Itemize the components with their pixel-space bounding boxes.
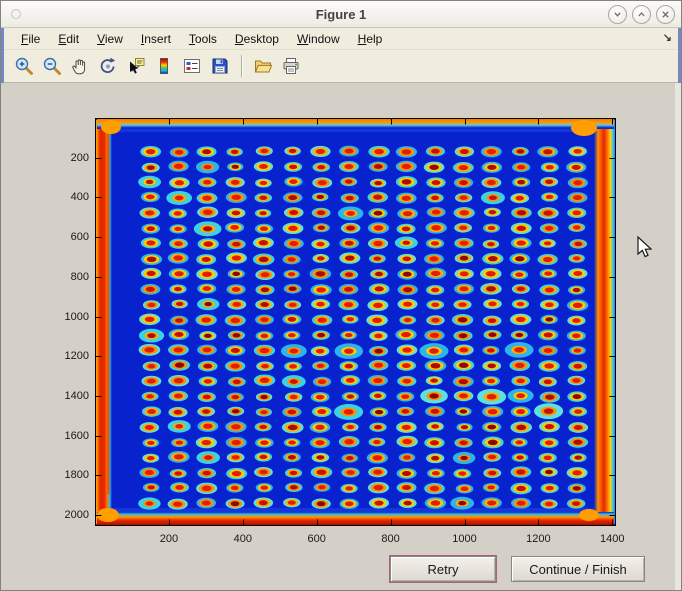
menu-window[interactable]: Window xyxy=(288,30,349,48)
menu-tools[interactable]: Tools xyxy=(180,30,226,48)
print-figure-button[interactable] xyxy=(279,54,303,78)
print-figure-icon xyxy=(281,56,301,76)
rotate-3d-button[interactable] xyxy=(96,54,120,78)
y-tick-label: 1000 xyxy=(37,310,89,324)
y-tick-label: 1400 xyxy=(37,389,89,403)
x-tick-label: 800 xyxy=(381,532,399,546)
mouse-cursor-icon xyxy=(634,235,654,261)
menu-view[interactable]: View xyxy=(88,30,132,48)
insert-colorbar-icon xyxy=(154,56,174,76)
y-tick-label: 400 xyxy=(37,190,89,204)
menu-help[interactable]: Help xyxy=(349,30,392,48)
x-tick-label: 600 xyxy=(308,532,326,546)
data-cursor-button[interactable] xyxy=(124,54,148,78)
menu-items: FileEditViewInsertToolsDesktopWindowHelp xyxy=(12,30,391,48)
data-cursor-icon xyxy=(126,56,146,76)
title-bar[interactable]: Figure 1 xyxy=(1,1,681,28)
y-tick-label: 2000 xyxy=(37,508,89,522)
pan-button[interactable] xyxy=(68,54,92,78)
menu-edit[interactable]: Edit xyxy=(49,30,88,48)
x-tick-label: 1400 xyxy=(600,532,624,546)
figure-canvas-area: 200 400 600 800 1000 1200 1400 1600 1800 2000 200 4… xyxy=(1,83,681,590)
zoom-in-icon xyxy=(14,56,34,76)
y-tick-label: 200 xyxy=(37,151,89,165)
zoom-out-icon xyxy=(42,56,62,76)
save-figure-icon xyxy=(210,56,230,76)
menu-insert[interactable]: Insert xyxy=(132,30,180,48)
insert-legend-button[interactable] xyxy=(180,54,204,78)
y-tick-label: 600 xyxy=(37,230,89,244)
menu-bar: FileEditViewInsertToolsDesktopWindowHelp… xyxy=(4,28,678,50)
window-title: Figure 1 xyxy=(1,7,681,22)
menu-desktop[interactable]: Desktop xyxy=(226,30,288,48)
y-tick-label: 1200 xyxy=(37,349,89,363)
retry-button[interactable]: Retry xyxy=(390,556,496,582)
dock-figure-icon[interactable]: ↘ xyxy=(663,31,672,44)
open-file-button[interactable] xyxy=(251,54,275,78)
window-controls xyxy=(608,5,675,24)
window-menu-icon[interactable] xyxy=(11,9,21,19)
window-edge xyxy=(675,83,681,590)
y-tick-label: 800 xyxy=(37,270,89,284)
x-tick-label: 1200 xyxy=(526,532,550,546)
save-figure-button[interactable] xyxy=(208,54,232,78)
x-tick-label: 1000 xyxy=(452,532,476,546)
pan-icon xyxy=(70,56,90,76)
insert-legend-icon xyxy=(182,56,202,76)
x-tick-label: 400 xyxy=(234,532,252,546)
figure-window: Figure 1 FileEditViewInsertToolsDesktopW… xyxy=(0,0,682,591)
window-chrome: FileEditViewInsertToolsDesktopWindowHelp… xyxy=(1,28,681,83)
microplate-heatmap-image[interactable] xyxy=(95,118,616,526)
zoom-out-button[interactable] xyxy=(40,54,64,78)
continue-finish-button[interactable]: Continue / Finish xyxy=(511,556,645,582)
window-chevron-down-button[interactable] xyxy=(608,5,627,24)
window-close-button[interactable] xyxy=(656,5,675,24)
rotate-3d-icon xyxy=(98,56,118,76)
insert-colorbar-button[interactable] xyxy=(152,54,176,78)
figure-toolbar xyxy=(4,50,678,83)
toolbar-separator xyxy=(241,55,242,77)
zoom-in-button[interactable] xyxy=(12,54,36,78)
window-chevron-up-button[interactable] xyxy=(632,5,651,24)
y-tick-label: 1800 xyxy=(37,468,89,482)
menu-file[interactable]: File xyxy=(12,30,49,48)
open-file-icon xyxy=(253,56,273,76)
y-tick-label: 1600 xyxy=(37,429,89,443)
x-tick-label: 200 xyxy=(160,532,178,546)
